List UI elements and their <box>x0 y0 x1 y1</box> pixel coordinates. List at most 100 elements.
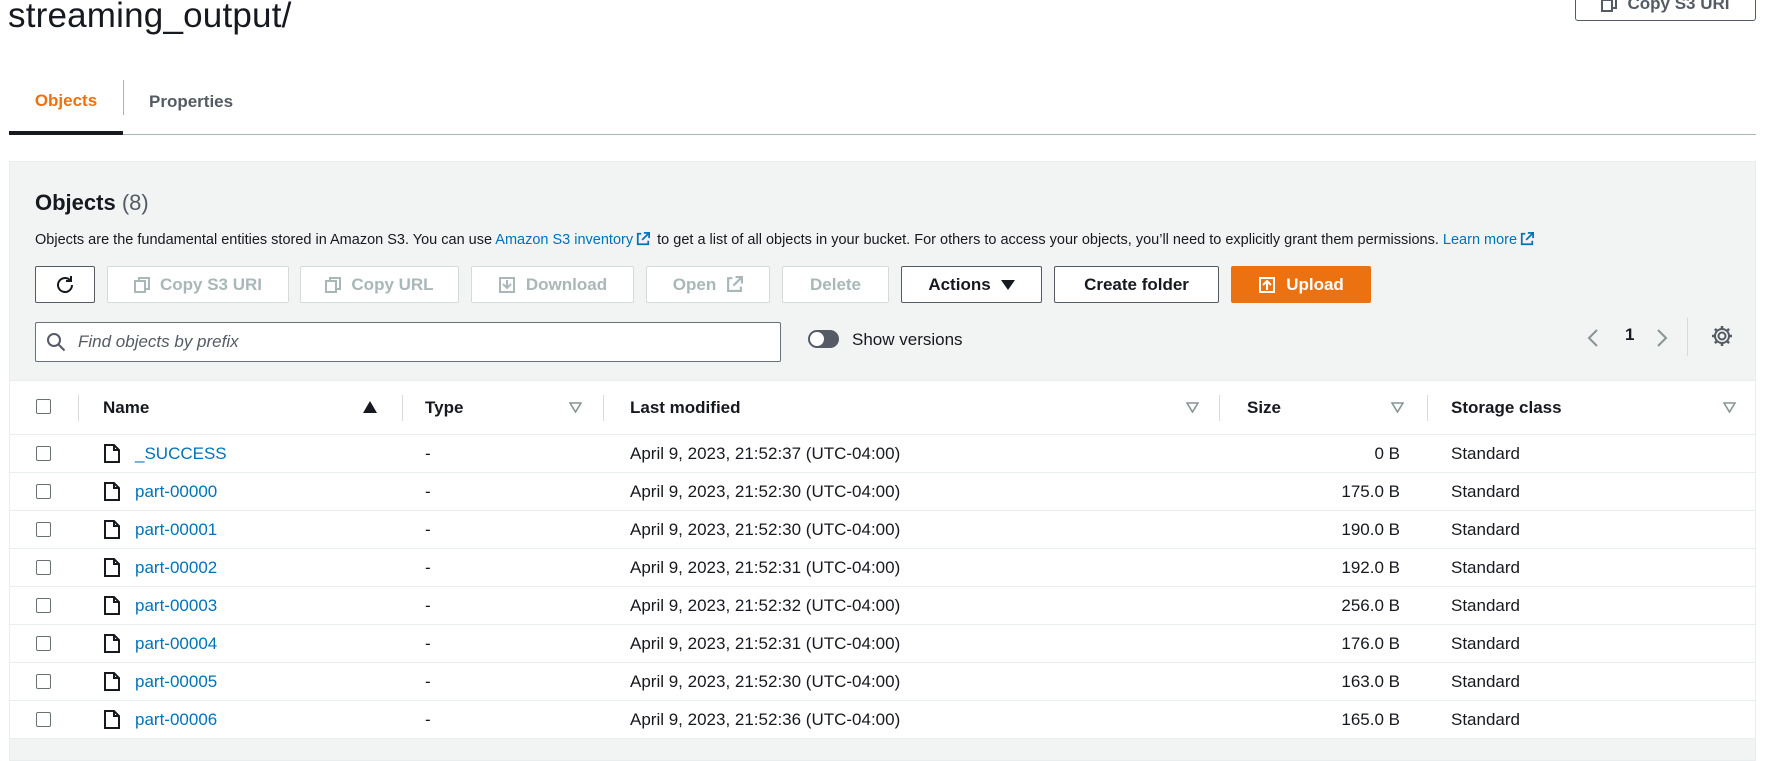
column-header-storage-class[interactable]: Storage class <box>1451 381 1562 434</box>
copy-url-button[interactable]: Copy URL <box>300 266 459 303</box>
object-name-link[interactable]: part-00004 <box>135 625 217 662</box>
sort-icon[interactable] <box>1723 402 1736 413</box>
object-type: - <box>425 481 431 501</box>
table-row[interactable]: part-00003 - April 9, 2023, 21:52:32 (UT… <box>10 587 1755 625</box>
sort-icon[interactable] <box>569 402 582 413</box>
actions-label: Actions <box>928 274 991 294</box>
download-label: Download <box>525 274 608 294</box>
row-checkbox[interactable] <box>36 636 51 651</box>
row-checkbox[interactable] <box>36 712 51 727</box>
upload-button[interactable]: Upload <box>1231 266 1371 303</box>
object-storage-class: Standard <box>1451 671 1520 691</box>
object-type: - <box>425 443 431 463</box>
table-header: Name Type Last modified Size Storage cla… <box>10 380 1755 435</box>
delete-button[interactable]: Delete <box>782 266 889 303</box>
tab-properties[interactable]: Properties <box>149 70 233 134</box>
file-icon <box>104 596 120 615</box>
row-checkbox[interactable] <box>36 484 51 499</box>
object-name-link[interactable]: part-00003 <box>135 587 217 624</box>
object-size: 190.0 B <box>1341 519 1400 539</box>
create-folder-button[interactable]: Create folder <box>1054 266 1219 303</box>
column-header-type[interactable]: Type <box>425 381 463 434</box>
row-checkbox[interactable] <box>36 446 51 461</box>
open-label: Open <box>672 274 717 294</box>
file-icon <box>104 482 120 501</box>
row-checkbox[interactable] <box>36 560 51 575</box>
file-icon <box>104 672 120 691</box>
object-name-link[interactable]: part-00001 <box>135 511 217 548</box>
object-last-modified: April 9, 2023, 21:52:30 (UTC-04:00) <box>630 481 901 501</box>
row-checkbox[interactable] <box>36 674 51 689</box>
row-checkbox[interactable] <box>36 522 51 537</box>
copy-s3-uri-button[interactable]: Copy S3 URI <box>107 266 289 303</box>
search-box <box>35 322 781 362</box>
column-divider <box>603 395 604 421</box>
object-type: - <box>425 557 431 577</box>
download-button[interactable]: Download <box>471 266 634 303</box>
object-size: 175.0 B <box>1341 481 1400 501</box>
objects-heading: Objects (8) <box>35 190 149 216</box>
object-name-link[interactable]: part-00005 <box>135 663 217 700</box>
learn-more-link[interactable]: Learn more <box>1443 232 1517 248</box>
object-size: 192.0 B <box>1341 557 1400 577</box>
object-name-link[interactable]: part-00002 <box>135 549 217 586</box>
sort-icon[interactable] <box>1186 402 1199 413</box>
object-last-modified: April 9, 2023, 21:52:32 (UTC-04:00) <box>630 595 901 615</box>
column-header-last-modified[interactable]: Last modified <box>630 381 741 434</box>
column-divider <box>78 395 79 421</box>
sort-ascending-icon[interactable] <box>363 401 377 413</box>
object-name-link[interactable]: _SUCCESS <box>135 435 227 472</box>
show-versions-toggle[interactable] <box>808 330 839 348</box>
table-row[interactable]: part-00000 - April 9, 2023, 21:52:30 (UT… <box>10 473 1755 511</box>
object-last-modified: April 9, 2023, 21:52:31 (UTC-04:00) <box>630 633 901 653</box>
refresh-button[interactable] <box>35 266 95 303</box>
table-row[interactable]: part-00004 - April 9, 2023, 21:52:31 (UT… <box>10 625 1755 663</box>
next-page-button[interactable] <box>1649 325 1675 351</box>
inventory-link[interactable]: Amazon S3 inventory <box>495 232 633 248</box>
objects-description: Objects are the fundamental entities sto… <box>35 232 1537 248</box>
chevron-right-icon <box>1657 329 1668 347</box>
tab-objects[interactable]: Objects <box>9 70 123 135</box>
object-name-link[interactable]: part-00006 <box>135 701 217 738</box>
copy-icon <box>1601 0 1618 12</box>
delete-label: Delete <box>809 274 862 294</box>
download-icon <box>498 276 515 293</box>
table-row[interactable]: part-00005 - April 9, 2023, 21:52:30 (UT… <box>10 663 1755 701</box>
column-divider <box>402 395 403 421</box>
object-name-link[interactable]: part-00000 <box>135 473 217 510</box>
copy-s3-uri-label: Copy S3 URI <box>1627 0 1730 13</box>
object-size: 163.0 B <box>1341 671 1400 691</box>
object-last-modified: April 9, 2023, 21:52:31 (UTC-04:00) <box>630 557 901 577</box>
search-input[interactable] <box>76 331 760 353</box>
table-row[interactable]: _SUCCESS - April 9, 2023, 21:52:37 (UTC-… <box>10 435 1755 473</box>
file-icon <box>104 634 120 653</box>
actions-dropdown[interactable]: Actions <box>901 266 1042 303</box>
sort-icon[interactable] <box>1391 402 1404 413</box>
column-header-size[interactable]: Size <box>1247 381 1281 434</box>
row-checkbox[interactable] <box>36 598 51 613</box>
chevron-left-icon <box>1587 329 1598 347</box>
upload-icon <box>1259 276 1276 293</box>
copy-icon <box>133 276 150 293</box>
page-title: streaming_output/ <box>8 0 292 35</box>
object-type: - <box>425 633 431 653</box>
table-row[interactable]: part-00002 - April 9, 2023, 21:52:31 (UT… <box>10 549 1755 587</box>
refresh-icon <box>57 275 73 293</box>
previous-page-button[interactable] <box>1580 325 1606 351</box>
gear-icon[interactable] <box>1710 324 1734 348</box>
object-last-modified: April 9, 2023, 21:52:37 (UTC-04:00) <box>630 443 901 463</box>
create-folder-label: Create folder <box>1084 274 1189 294</box>
column-divider <box>1427 395 1428 421</box>
objects-table: Name Type Last modified Size Storage cla… <box>10 380 1755 739</box>
search-icon <box>47 333 66 352</box>
object-last-modified: April 9, 2023, 21:52:30 (UTC-04:00) <box>630 519 901 539</box>
copy-s3-uri-button-top[interactable]: Copy S3 URI <box>1575 0 1756 21</box>
open-button[interactable]: Open <box>646 266 770 303</box>
current-page-number[interactable]: 1 <box>1625 325 1634 345</box>
column-header-name[interactable]: Name <box>103 381 149 434</box>
table-row[interactable]: part-00006 - April 9, 2023, 21:52:36 (UT… <box>10 701 1755 739</box>
external-link-icon <box>636 232 651 246</box>
objects-panel-header: Objects (8) Objects are the fundamental … <box>10 162 1755 380</box>
table-row[interactable]: part-00001 - April 9, 2023, 21:52:30 (UT… <box>10 511 1755 549</box>
select-all-checkbox[interactable] <box>36 399 51 414</box>
